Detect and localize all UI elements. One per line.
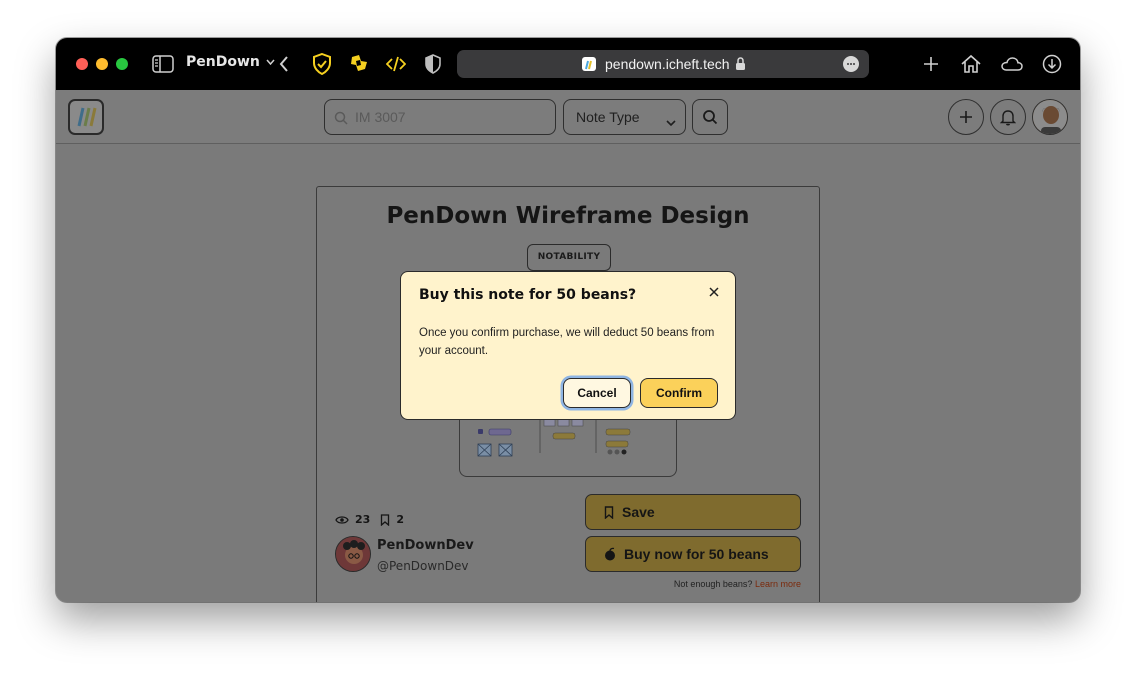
tab-group-label: PenDown: [186, 54, 260, 70]
dialog-message: Once you confirm purchase, we will deduc…: [419, 327, 715, 357]
lock-icon: [735, 56, 746, 75]
not-enough-beans-note: Not enough beans? Learn more: [674, 579, 801, 589]
search-icon: [334, 110, 348, 129]
extension-icon[interactable]: [348, 52, 370, 76]
downloads-icon[interactable]: [1042, 52, 1062, 76]
bookmark-icon: [381, 513, 390, 526]
shield-check-extension-icon[interactable]: [312, 52, 332, 76]
close-window-button[interactable]: [76, 58, 88, 70]
confirm-button[interactable]: Confirm: [640, 378, 718, 408]
add-note-button[interactable]: [948, 99, 984, 135]
sidebar-toggle-icon[interactable]: [152, 52, 174, 76]
page-menu-icon[interactable]: [843, 56, 859, 72]
home-icon[interactable]: [960, 52, 982, 76]
note-type-select[interactable]: Note Type: [563, 99, 686, 135]
search-icon: [703, 110, 718, 125]
author-avatar[interactable]: [335, 536, 371, 572]
code-extension-icon[interactable]: [386, 52, 406, 76]
note-type-tag: NOTABILITY: [527, 244, 611, 271]
back-icon[interactable]: [278, 52, 290, 76]
save-count: 2: [396, 513, 404, 526]
cancel-button[interactable]: Cancel: [563, 378, 631, 408]
purchase-confirm-dialog: Buy this note for 50 beans? Once you con…: [400, 271, 736, 420]
chevron-down-icon: [266, 59, 275, 65]
note-stats: 23 2: [335, 513, 404, 526]
dialog-title: Buy this note for 50 beans?: [419, 287, 637, 303]
not-enough-beans-text: Not enough beans?: [673, 579, 753, 589]
save-button-label: Save: [622, 504, 655, 520]
search-input[interactable]: IM 3007: [324, 99, 556, 135]
site-favicon: [582, 57, 596, 71]
note-preview-image[interactable]: [459, 415, 677, 477]
notifications-button[interactable]: [990, 99, 1026, 135]
buy-note-button[interactable]: Buy now for 50 beans: [585, 536, 801, 572]
author-handle: @PenDownDev: [377, 559, 469, 573]
bookmark-icon: [604, 505, 614, 519]
close-icon[interactable]: [707, 284, 721, 298]
note-type-label: Note Type: [576, 109, 640, 125]
pendown-logo[interactable]: [68, 99, 104, 135]
address-bar[interactable]: pendown.icheft.tech: [457, 50, 869, 78]
app-header: IM 3007 Note Type: [56, 90, 1080, 144]
save-note-button[interactable]: Save: [585, 494, 801, 530]
zoom-window-button[interactable]: [116, 58, 128, 70]
eye-icon: [335, 515, 349, 524]
browser-toolbar: PenDown pendown.icheft.tech: [56, 38, 1080, 90]
privacy-shield-icon[interactable]: [424, 52, 442, 76]
learn-more-link[interactable]: Learn more: [755, 579, 801, 589]
url-text: pendown.icheft.tech: [605, 56, 730, 72]
new-tab-icon[interactable]: [922, 52, 940, 76]
browser-window: PenDown pendown.icheft.tech IM 3007 Note…: [56, 38, 1080, 602]
icloud-tabs-icon[interactable]: [1000, 52, 1024, 76]
buy-button-label: Buy now for 50 beans: [624, 546, 769, 562]
plus-icon: [960, 111, 972, 123]
search-button[interactable]: [692, 99, 728, 135]
note-title: PenDown Wireframe Design: [386, 203, 750, 229]
bean-icon: [605, 547, 615, 561]
author-name[interactable]: PenDownDev: [377, 538, 474, 553]
tab-group-selector[interactable]: PenDown: [186, 54, 275, 70]
bell-icon: [1000, 110, 1016, 126]
user-avatar[interactable]: [1032, 99, 1068, 135]
chevron-down-icon: [666, 112, 676, 131]
minimize-window-button[interactable]: [96, 58, 108, 70]
search-placeholder: IM 3007: [355, 109, 406, 125]
view-count: 23: [355, 513, 371, 526]
